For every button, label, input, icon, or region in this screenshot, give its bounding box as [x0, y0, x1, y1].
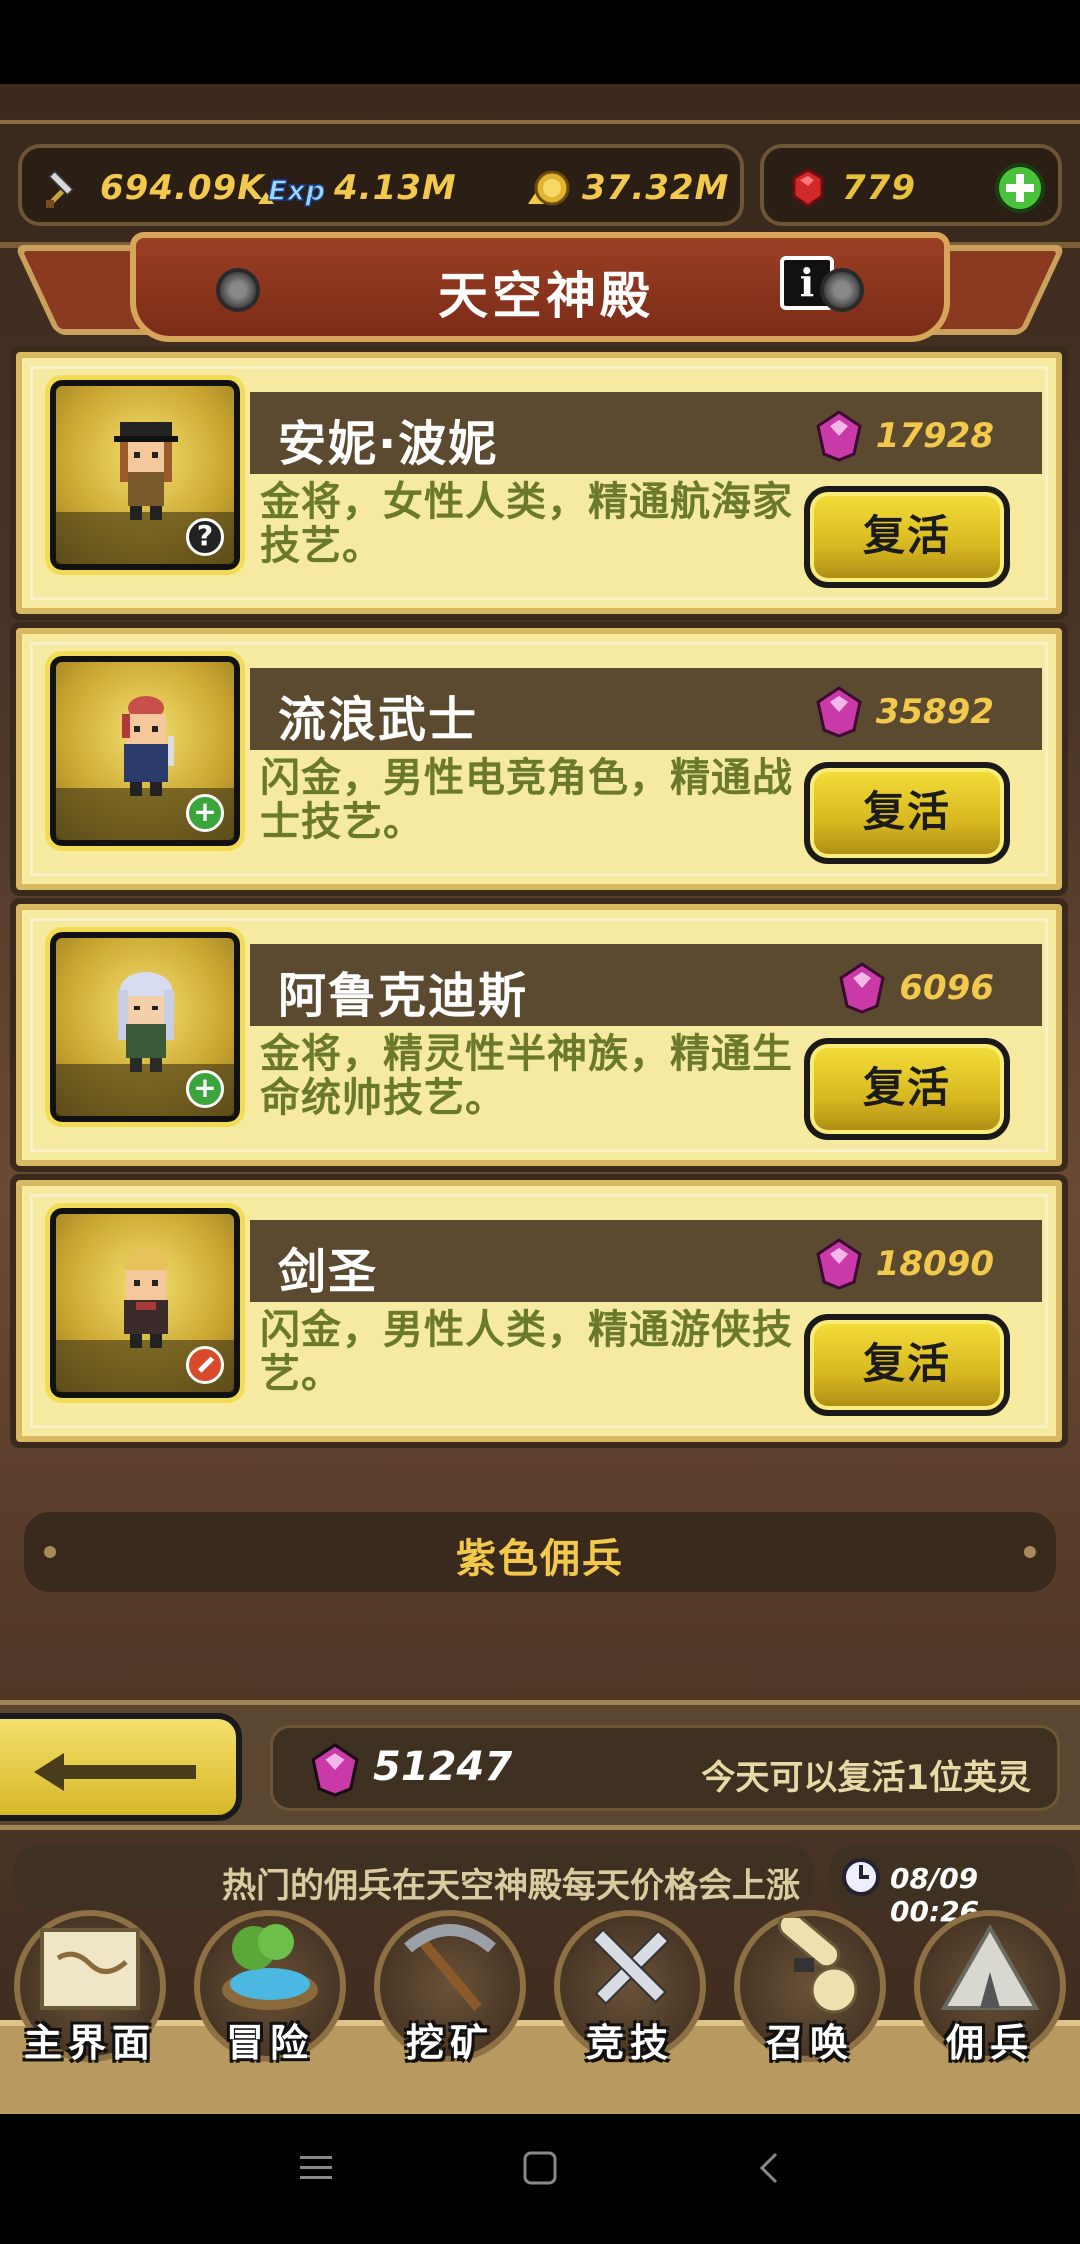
wrench-badge-icon[interactable] — [186, 1346, 224, 1384]
hero-price: 35892 — [816, 686, 994, 738]
purple-mercenary-tab[interactable]: 紫色佣兵 — [24, 1512, 1056, 1592]
gold-resource: 37.32M — [524, 168, 729, 208]
pickaxe-icon — [404, 1924, 496, 2011]
resource-panel-ruby: 779 — [760, 144, 1062, 226]
help-badge-icon[interactable]: ? — [186, 518, 224, 556]
status-bar — [0, 0, 1080, 84]
nav-main[interactable]: 主界面 — [0, 1910, 180, 2080]
gem-count: 51247 — [373, 1744, 513, 1790]
map-scroll-icon — [40, 1928, 140, 2010]
purple-gem-icon — [816, 1238, 862, 1290]
nav-summon[interactable]: 召唤 — [720, 1910, 900, 2080]
clock-icon — [842, 1858, 880, 1896]
summon-scroll-icon — [777, 1918, 858, 2014]
sword-icon — [46, 169, 75, 208]
island-icon — [222, 1924, 318, 2010]
nav-mining[interactable]: 挖矿 — [360, 1910, 540, 2080]
gold-value: 37.32M — [582, 168, 730, 208]
hero-name-bar: 安妮·波妮 17928 — [250, 392, 1042, 474]
ruby-icon — [792, 168, 824, 208]
hero-name-bar: 剑圣 18090 — [250, 1220, 1042, 1302]
purple-gem-icon — [311, 1743, 359, 1797]
tent-icon — [940, 1923, 1040, 2010]
add-badge-icon[interactable]: + — [186, 1070, 224, 1108]
hero-name: 剑圣 — [278, 1244, 379, 1300]
swordmaster-hero-sprite-icon — [124, 1248, 168, 1348]
gem-balance-panel: 51247 今天可以复活1位英灵 — [270, 1725, 1060, 1811]
hero-card: 剑圣 18090 闪金，男性人类，精通游侠技艺。 复活 — [16, 1180, 1062, 1442]
hero-name: 流浪武士 — [278, 692, 479, 748]
revive-button[interactable]: 复活 — [804, 762, 1010, 864]
hero-card: ? 安妮·波妮 17928 金将，女性人类，精通航海家技艺。 复活 — [16, 352, 1062, 614]
back-button[interactable] — [0, 1713, 242, 1821]
clock-panel: 08/09 00:26 — [830, 1846, 1074, 1928]
hero-portrait[interactable]: + — [45, 651, 245, 851]
home-icon[interactable] — [522, 2150, 558, 2186]
hero-description: 闪金，男性人类，精通游侠技艺。 — [260, 1307, 793, 1397]
svg-text:Exp: Exp — [268, 174, 324, 207]
nav-mercenary[interactable]: 佣兵 — [900, 1910, 1080, 2080]
daily-revive-note: 今天可以复活1位英灵 — [701, 1758, 1031, 1798]
hero-price: 17928 — [816, 410, 994, 462]
revive-button[interactable]: 复活 — [804, 486, 1010, 588]
add-badge-icon[interactable]: + — [186, 794, 224, 832]
nav-adventure[interactable]: 冒险 — [180, 1910, 360, 2080]
back-nav-icon[interactable] — [752, 2150, 788, 2186]
pirate-hero-sprite-icon — [114, 422, 178, 520]
exp-icon: Exp — [258, 173, 324, 208]
bottom-nav: 主界面 冒险 挖矿 竞技 召唤 佣兵 — [0, 1910, 1080, 2130]
hero-card: + 阿鲁克迪斯 6096 金将，精灵性半神族，精通生命统帅技艺。 复活 — [16, 904, 1062, 1166]
news-ticker: 热门的佣兵在天空神殿每天价格会上涨 — [14, 1846, 814, 1910]
menu-icon[interactable] — [298, 2150, 334, 2186]
crossed-swords-icon — [591, 1928, 670, 2005]
purple-gem-icon — [839, 962, 886, 1014]
bottom-strip: 51247 今天可以复活1位英灵 — [0, 1700, 1080, 1830]
android-nav-bar — [0, 2114, 1080, 2244]
hero-name-bar: 阿鲁克迪斯 6096 — [250, 944, 1042, 1026]
ticker-text: 热门的佣兵在天空神殿每天价格会上涨 — [222, 1866, 800, 1906]
purple-mercenary-label: 紫色佣兵 — [456, 1536, 624, 1582]
hero-name-bar: 流浪武士 35892 — [250, 668, 1042, 750]
gold-coin-icon — [528, 170, 570, 206]
hero-description: 金将，精灵性半神族，精通生命统帅技艺。 — [260, 1031, 793, 1121]
hero-price: 18090 — [816, 1238, 994, 1290]
hero-price: 6096 — [839, 962, 994, 1014]
exp-resource: Exp 4.13M — [254, 168, 457, 208]
purple-gem-icon — [816, 686, 862, 738]
hero-portrait[interactable] — [45, 1203, 245, 1403]
add-ruby-icon[interactable] — [994, 162, 1046, 214]
hero-portrait[interactable]: + — [45, 927, 245, 1127]
attack-value: 694.09K — [100, 168, 265, 208]
attack-resource: 694.09K — [42, 168, 265, 208]
exp-value: 4.13M — [334, 168, 457, 208]
hero-description: 金将，女性人类，精通航海家技艺。 — [260, 479, 793, 569]
revive-button[interactable]: 复活 — [804, 1314, 1010, 1416]
resource-bar: 694.09K Exp 4.13M 37.32M 779 — [0, 120, 1080, 248]
nav-arena[interactable]: 竞技 — [540, 1910, 720, 2080]
ronin-hero-sprite-icon — [122, 696, 174, 796]
hero-portrait[interactable]: ? — [45, 375, 245, 575]
bolt-icon — [820, 268, 864, 312]
purple-gem-icon — [816, 410, 862, 462]
hero-card: + 流浪武士 35892 闪金，男性电竞角色，精通战士技艺。 复活 — [16, 628, 1062, 890]
hero-name: 阿鲁克迪斯 — [278, 968, 529, 1024]
resource-panel-main: 694.09K Exp 4.13M 37.32M — [18, 144, 744, 226]
hero-name: 安妮·波妮 — [278, 416, 499, 472]
back-arrow-icon — [34, 1753, 196, 1791]
hero-description: 闪金，男性电竞角色，精通战士技艺。 — [260, 755, 793, 845]
wrench-icon — [197, 1356, 215, 1373]
title-banner: 天空神殿 i — [130, 232, 950, 342]
revive-button[interactable]: 复活 — [804, 1038, 1010, 1140]
ruby-value: 779 — [842, 168, 916, 208]
ruby-resource: 779 — [784, 168, 916, 208]
elf-hero-sprite-icon — [118, 972, 174, 1072]
